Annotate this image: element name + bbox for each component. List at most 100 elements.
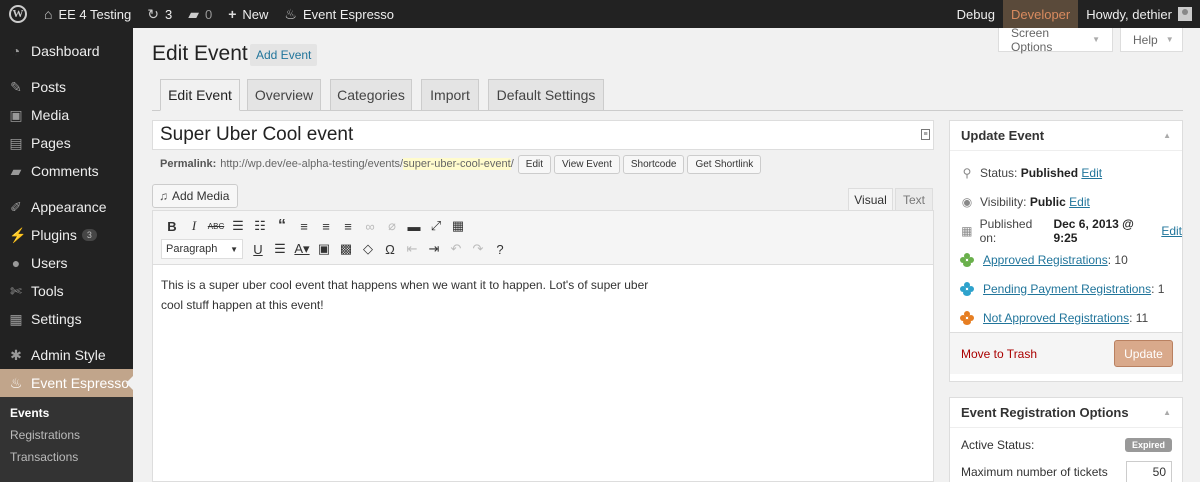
new-content-link[interactable]: + New — [220, 0, 276, 28]
site-name-link[interactable]: ⌂ EE 4 Testing — [36, 0, 139, 28]
event-title-input[interactable]: Super Uber Cool event — [152, 120, 934, 150]
sidebar-item-settings[interactable]: ▦ Settings — [0, 305, 133, 333]
permalink-end: / — [510, 158, 514, 170]
account-link[interactable]: Howdy, dethier — [1078, 0, 1200, 28]
underline-icon[interactable]: U — [247, 239, 269, 259]
link-icon[interactable]: ∞ — [359, 216, 381, 236]
shortcode-button[interactable]: Shortcode — [622, 154, 685, 174]
sidebar-item-comments[interactable]: ▰ Comments — [0, 157, 133, 185]
read-more-icon[interactable]: ▬ — [403, 216, 425, 236]
special-character-icon[interactable]: Ω — [379, 239, 401, 259]
add-event-button[interactable]: Add Event — [250, 44, 318, 66]
comment-icon: ▰ — [188, 5, 199, 22]
format-select[interactable]: Paragraph ▼ — [161, 239, 243, 259]
event-espresso-link[interactable]: ♨ Event Espresso — [276, 0, 402, 28]
add-media-button[interactable]: ♫ Add Media — [152, 184, 239, 208]
update-event-header[interactable]: Update Event ▲ — [950, 121, 1182, 151]
edit-status-link[interactable]: Edit — [1081, 166, 1102, 180]
media-icon: ▣ — [9, 106, 23, 123]
editor-toolbar: B I ABC ☰ ☷ “ ≡ ≡ ≡ ∞ ⌀ ▬ ⤢ ▦ Paragraph ▼… — [153, 211, 933, 265]
comment-icon: ▰ — [10, 162, 22, 179]
event-registration-options-box: Event Registration Options ▲ Active Statu… — [949, 397, 1183, 482]
permalink-base: http://wp.dev/ee-alpha-testing/events/ — [220, 158, 404, 170]
align-left-icon[interactable]: ≡ — [293, 216, 315, 236]
sidebar-item-dashboard[interactable]: ◔ Dashboard — [0, 37, 133, 65]
visibility-row: ◉ Visibility: Public Edit — [961, 194, 1090, 209]
caret-down-icon: ▼ — [1092, 35, 1100, 44]
tab-import[interactable]: Import — [421, 79, 479, 111]
pending-registrations-link[interactable]: Pending Payment Registrations — [983, 282, 1151, 296]
tab-default-settings[interactable]: Default Settings — [488, 79, 604, 111]
not-approved-registrations-link[interactable]: Not Approved Registrations — [983, 311, 1129, 325]
bullet-list-icon[interactable]: ☰ — [227, 216, 249, 236]
tab-text[interactable]: Text — [895, 188, 933, 211]
submenu-item-registrations[interactable]: Registrations — [0, 424, 133, 446]
sidebar-item-tools[interactable]: ✄ Tools — [0, 277, 133, 305]
edit-visibility-link[interactable]: Edit — [1069, 195, 1090, 209]
plugin-icon: ⚡ — [9, 226, 27, 243]
bold-icon[interactable]: B — [161, 216, 183, 236]
wordpress-logo-icon[interactable]: W — [0, 0, 36, 28]
edit-permalink-button[interactable]: Edit — [517, 154, 552, 174]
paste-text-icon[interactable]: ▣ — [313, 239, 335, 259]
updates-link[interactable]: ↻ 3 — [139, 0, 180, 28]
align-right-icon[interactable]: ≡ — [337, 216, 359, 236]
blockquote-icon[interactable]: “ — [271, 216, 293, 236]
sidebar-item-pages[interactable]: ▤ Pages — [0, 129, 133, 157]
not-approved-registrations-row: Not Approved Registrations: 11 — [950, 303, 1182, 332]
submenu-item-events[interactable]: Events — [0, 402, 133, 424]
indent-icon[interactable]: ⇥ — [423, 239, 445, 259]
get-shortlink-button[interactable]: Get Shortlink — [687, 154, 762, 174]
collapse-icon[interactable]: ▲ — [1163, 408, 1171, 417]
toolbar-toggle-icon[interactable]: ▦ — [447, 216, 469, 236]
help-button[interactable]: Help ▼ — [1120, 28, 1183, 52]
tab-categories[interactable]: Categories — [330, 79, 412, 111]
tab-overview[interactable]: Overview — [247, 79, 321, 111]
refresh-icon: ↻ — [147, 5, 159, 22]
justify-icon[interactable]: ☰ — [269, 239, 291, 259]
tab-visual[interactable]: Visual — [848, 188, 893, 211]
help-icon[interactable]: ? — [489, 239, 511, 259]
editor-content[interactable]: This is a super uber cool event that hap… — [153, 265, 683, 325]
screen-options-button[interactable]: Screen Options ▼ — [998, 26, 1113, 54]
ee-icon: ♨ — [284, 5, 297, 22]
redo-icon[interactable]: ↷ — [467, 239, 489, 259]
undo-icon[interactable]: ↶ — [445, 239, 467, 259]
sidebar-item-plugins[interactable]: ⚡ Plugins 3 — [0, 221, 133, 249]
calendar-icon: ▦ — [961, 223, 973, 238]
edit-date-link[interactable]: Edit — [1161, 224, 1182, 238]
developer-link[interactable]: Developer — [1002, 0, 1079, 28]
numbered-list-icon[interactable]: ☷ — [249, 216, 271, 236]
outdent-icon[interactable]: ⇤ — [401, 239, 423, 259]
italic-icon[interactable]: I — [183, 216, 205, 236]
paste-word-icon[interactable]: ▩ — [335, 239, 357, 259]
collapse-icon[interactable]: ▲ — [1163, 131, 1171, 140]
update-button[interactable]: Update — [1114, 340, 1173, 367]
fullscreen-icon[interactable]: ⤢ — [425, 216, 447, 236]
sidebar-item-posts[interactable]: ✎ Posts — [0, 73, 133, 101]
debug-link[interactable]: Debug — [949, 0, 1003, 28]
submenu-item-transactions[interactable]: Transactions — [0, 446, 133, 468]
sidebar-item-admin-style[interactable]: ✱ Admin Style — [0, 341, 133, 369]
tab-edit-event[interactable]: Edit Event — [160, 79, 240, 111]
sidebar-item-media[interactable]: ▣ Media — [0, 101, 133, 129]
text-color-icon[interactable]: A▾ — [291, 239, 313, 259]
permalink-slug[interactable]: super-uber-cool-event — [403, 158, 511, 170]
sidebar-item-users[interactable]: ● Users — [0, 249, 133, 277]
event-espresso-submenu: Events Registrations Transactions — [0, 397, 133, 482]
approved-registrations-row: Approved Registrations: 10 — [950, 245, 1182, 274]
max-tickets-input[interactable]: 50 — [1126, 460, 1172, 482]
view-event-button[interactable]: View Event — [554, 154, 620, 174]
strikethrough-icon[interactable]: ABC — [205, 216, 227, 236]
sidebar-item-event-espresso[interactable]: ♨ Event Espresso — [0, 369, 133, 397]
clear-formatting-icon[interactable]: ◇ — [357, 239, 379, 259]
group-icon — [960, 310, 974, 325]
align-center-icon[interactable]: ≡ — [315, 216, 337, 236]
caret-down-icon: ▼ — [1165, 35, 1174, 44]
sidebar-item-appearance[interactable]: ✐ Appearance — [0, 193, 133, 221]
move-to-trash-link[interactable]: Move to Trash — [961, 347, 1037, 361]
unlink-icon[interactable]: ⌀ — [381, 216, 403, 236]
registration-options-header[interactable]: Event Registration Options ▲ — [950, 398, 1182, 428]
approved-registrations-link[interactable]: Approved Registrations — [983, 253, 1108, 267]
comments-link[interactable]: ▰ 0 — [180, 0, 220, 28]
